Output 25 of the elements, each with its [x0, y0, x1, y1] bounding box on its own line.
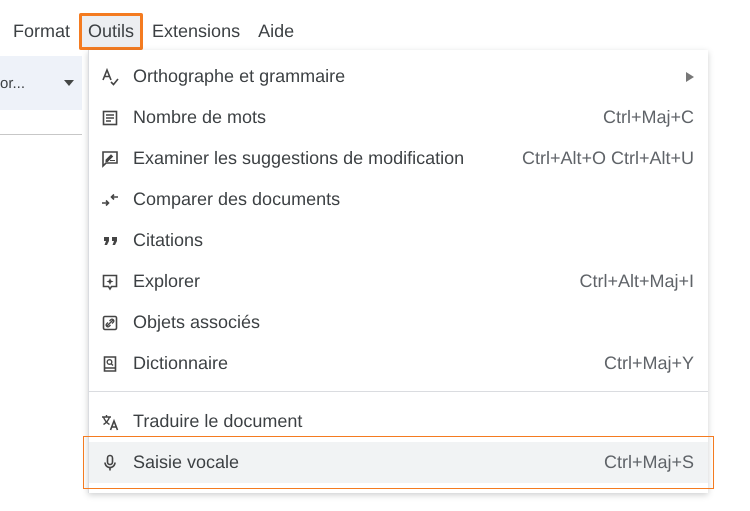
menu-bar-item[interactable]: Outils: [79, 12, 144, 50]
pencil-comment-icon: [101, 150, 119, 168]
menu-item[interactable]: Citations: [89, 220, 708, 261]
link-box-icon: [101, 314, 119, 332]
menu-item[interactable]: Nombre de mots Ctrl+Maj+C: [89, 97, 708, 138]
document-lines-icon: [101, 108, 119, 126]
menu-item[interactable]: Traduire le document: [89, 401, 708, 442]
menu-item[interactable]: Objets associés: [89, 302, 708, 343]
quote-icon: [104, 236, 117, 244]
menu-bar-item[interactable]: Format: [4, 12, 80, 50]
menu-bar-item[interactable]: Aide: [249, 12, 304, 50]
menu-item[interactable]: Saisie vocale Ctrl+Maj+S: [89, 442, 708, 483]
font-field[interactable]: or...: [0, 74, 26, 92]
menu-item[interactable]: Dictionnaire Ctrl+Maj+Y: [89, 343, 708, 384]
spell-check-icon: [101, 68, 119, 86]
sparkle-box-icon: [101, 272, 119, 290]
microphone-icon: [101, 454, 119, 472]
translate-icon: [101, 412, 119, 430]
dropdown-caret-icon[interactable]: [64, 80, 74, 86]
menu-item[interactable]: Examiner les suggestions de modification Ctrl+Alt+O Ctrl+Alt+U: [89, 138, 708, 179]
menu-item[interactable]: Comparer des documents: [89, 179, 708, 220]
menu-bar-item[interactable]: Extensions: [143, 12, 250, 50]
menu-item[interactable]: Explorer Ctrl+Alt+Maj+I: [89, 261, 708, 302]
menu-item[interactable]: Orthographe et grammaire: [89, 56, 708, 97]
book-search-icon: [101, 354, 119, 372]
